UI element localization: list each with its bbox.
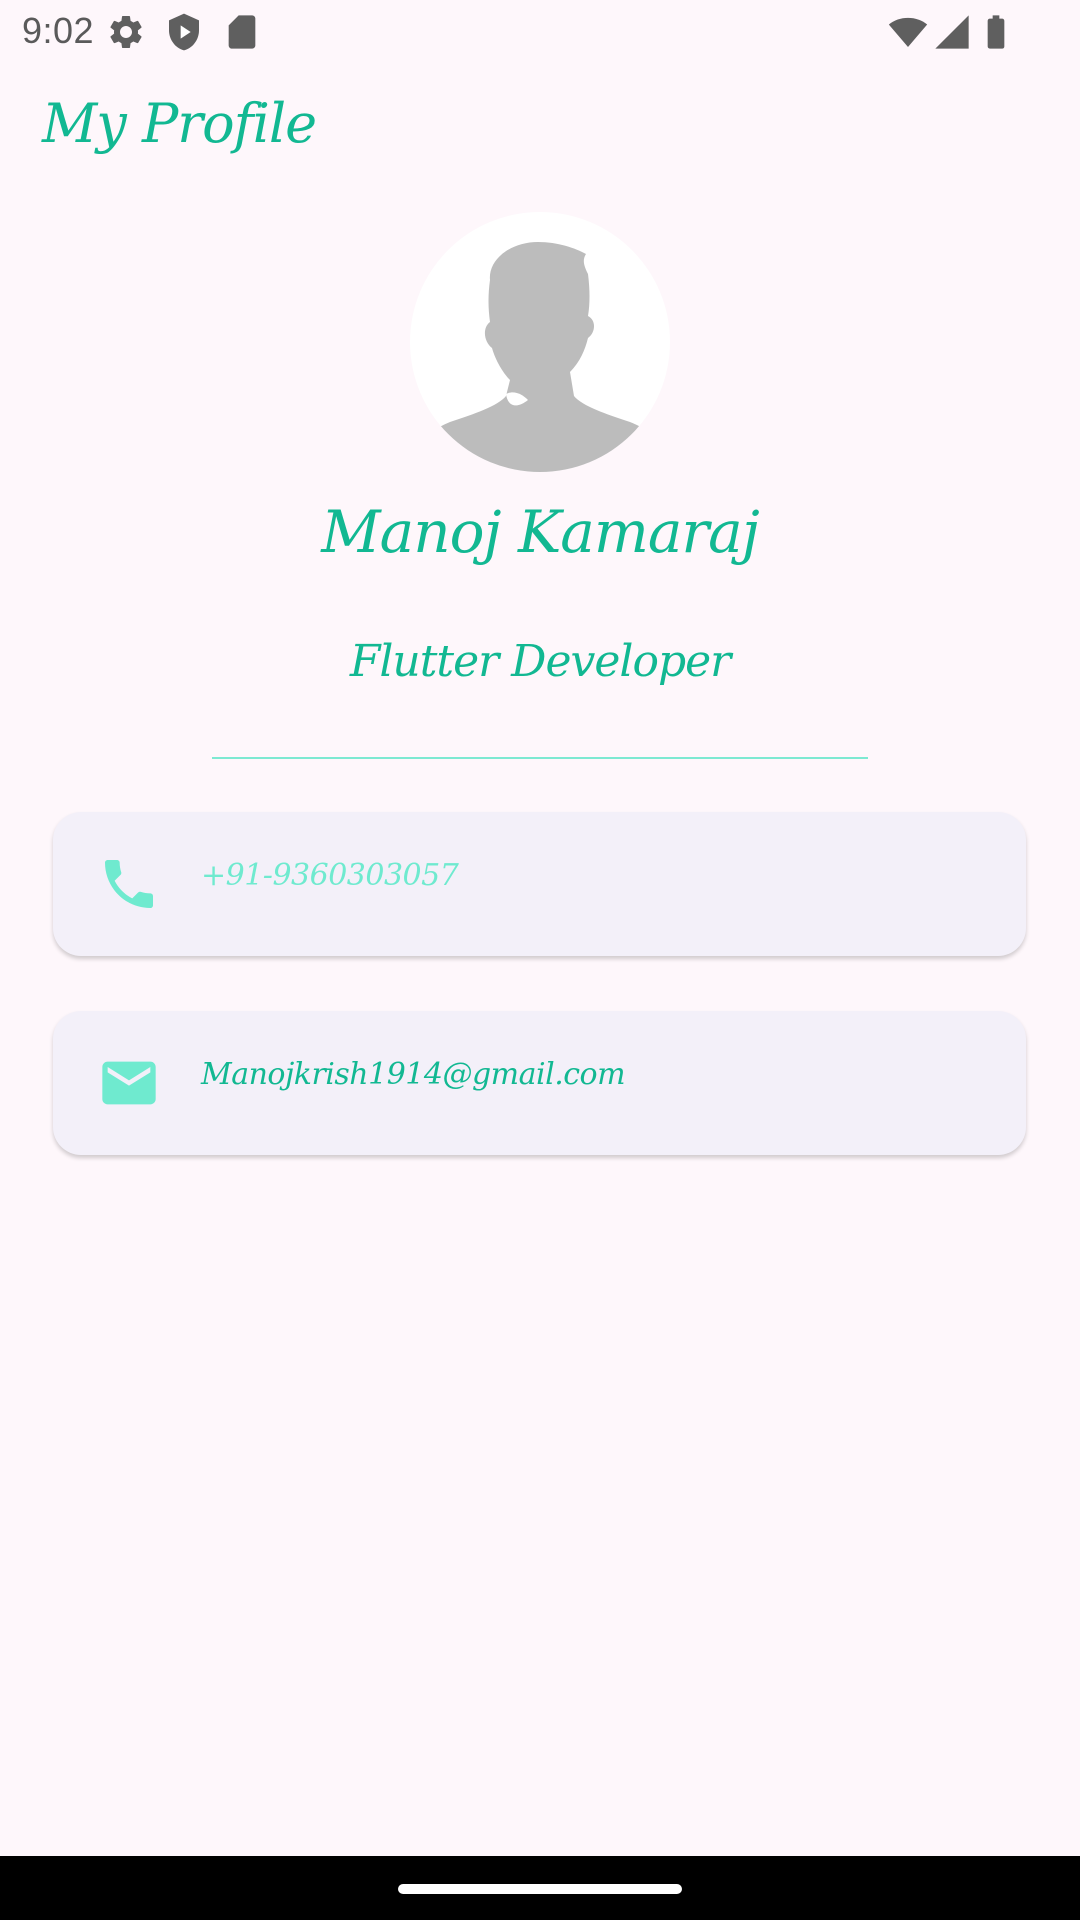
home-indicator[interactable] xyxy=(398,1884,682,1894)
person-silhouette-icon xyxy=(410,242,670,472)
email-address: Manojkrish1914@gmail.com xyxy=(201,1057,626,1092)
email-card[interactable]: Manojkrish1914@gmail.com xyxy=(53,1011,1026,1155)
gear-icon xyxy=(110,16,142,48)
page-title: My Profile xyxy=(42,92,317,155)
profile-name: Manoj Kamaraj xyxy=(321,498,759,566)
shield-play-icon xyxy=(169,13,199,51)
phone-icon xyxy=(105,860,153,908)
profile-screen: 9:02 My Profile Manoj Kamaraj Flutter De… xyxy=(0,0,1080,1920)
wifi-icon xyxy=(888,17,928,47)
mail-icon xyxy=(102,1061,156,1105)
profile-role: Flutter Developer xyxy=(349,636,731,687)
cell-signal-icon xyxy=(935,15,969,49)
status-bar: 9:02 xyxy=(0,0,1080,64)
avatar xyxy=(410,212,670,472)
phone-number: +91-9360303057 xyxy=(201,858,459,893)
battery-icon xyxy=(987,15,1005,49)
divider xyxy=(212,757,868,759)
navigation-bar xyxy=(0,1856,1080,1920)
phone-card[interactable]: +91-9360303057 xyxy=(53,812,1026,956)
sd-card-icon xyxy=(228,15,256,49)
status-time: 9:02 xyxy=(22,10,95,51)
